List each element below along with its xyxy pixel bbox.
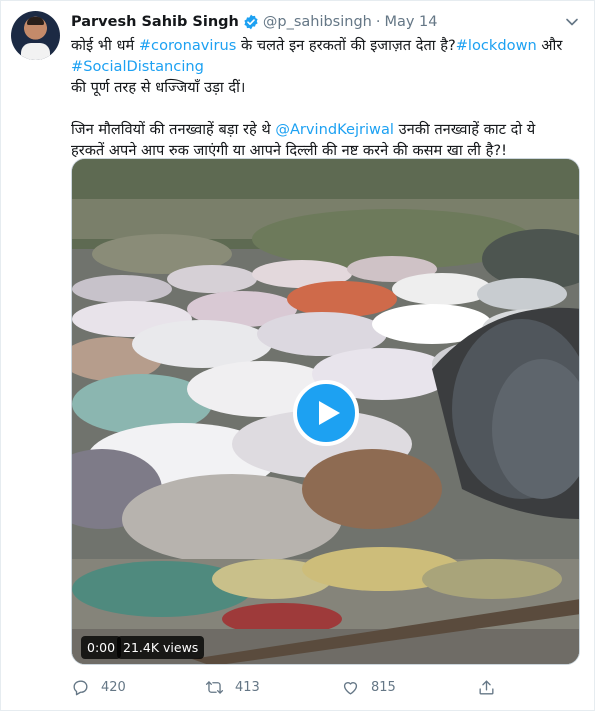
text-segment: जिन मौलवियों की तनख्वाहें बड़ा रहे थे (71, 121, 276, 138)
reply-button[interactable]: 420 (71, 676, 126, 698)
tweet-line-3: की पूर्ण तरह से धज्जियाँ उड़ा दीं। (71, 79, 246, 96)
tweet-blank-line (71, 98, 576, 119)
video-time: 0:00 (81, 636, 122, 659)
tweet-line-1: कोई भी धर्म #coronavirus के चलते इन हरकत… (71, 35, 576, 56)
text-segment: कोई भी धर्म (71, 37, 139, 54)
tweet-line-4: जिन मौलवियों की तनख्वाहें बड़ा रहे थे @A… (71, 119, 576, 140)
text-segment: और (536, 37, 563, 54)
retweet-icon (205, 680, 224, 694)
like-icon (343, 681, 358, 695)
hashtag-coronavirus[interactable]: #coronavirus (139, 37, 237, 54)
like-count: 815 (371, 679, 396, 695)
avatar-hair (27, 17, 44, 25)
mention-arvindkejriwal[interactable]: @ArvindKejriwal (275, 121, 394, 138)
tweet-date[interactable]: May 14 (384, 14, 437, 30)
tweet-line-2: #SocialDistancing (71, 56, 576, 77)
header-separator: · (375, 14, 381, 30)
author-handle[interactable]: @p_sahibsingh (263, 14, 372, 30)
verified-badge-icon (244, 14, 258, 30)
hashtag-lockdown[interactable]: #lockdown (456, 37, 537, 54)
tweet-header: Parvesh Sahib Singh @p_sahibsingh · May … (71, 12, 438, 32)
reply-icon (73, 679, 88, 695)
share-icon (479, 679, 494, 695)
text-segment: उनकी तनख्वाहें काट दो ये (394, 121, 536, 138)
retweet-count: 413 (235, 679, 260, 695)
text-segment: के चलते इन हरकतों की इजाज़त देता है? (236, 37, 456, 54)
chevron-down-icon[interactable] (564, 14, 580, 30)
like-button[interactable]: 815 (341, 676, 396, 698)
author-name[interactable]: Parvesh Sahib Singh (71, 14, 239, 30)
reply-count: 420 (101, 679, 126, 695)
video-player[interactable]: 0:00 21.4K views (71, 158, 580, 665)
retweet-button[interactable]: 413 (205, 676, 260, 698)
play-icon (319, 401, 340, 425)
avatar[interactable] (11, 11, 60, 60)
video-views: 21.4K views (117, 636, 205, 659)
hashtag-socialdistancing[interactable]: #SocialDistancing (71, 58, 204, 75)
share-button[interactable] (477, 676, 507, 698)
avatar-shirt (21, 43, 50, 60)
tweet-text: कोई भी धर्म #coronavirus के चलते इन हरकत… (71, 35, 576, 161)
tweet-actions: 420 413 815 (71, 676, 501, 698)
play-button[interactable] (293, 380, 359, 446)
tweet-card[interactable]: Parvesh Sahib Singh @p_sahibsingh · May … (0, 0, 595, 711)
